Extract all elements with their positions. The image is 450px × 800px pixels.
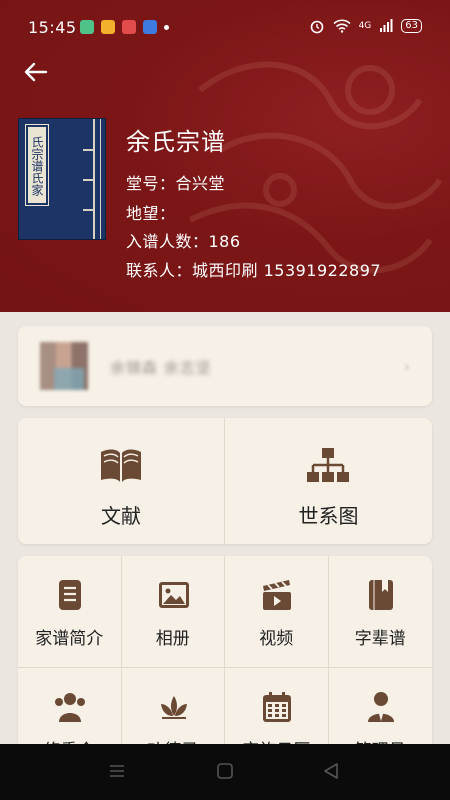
document-list-icon xyxy=(59,580,81,610)
menu-icon[interactable] xyxy=(108,762,126,780)
grid-item-clan-calendar[interactable]: 宗族日历 xyxy=(225,668,329,756)
app-notification-icon xyxy=(122,20,136,34)
calendar-icon xyxy=(263,692,291,722)
genealogy-title: 余氏宗谱 xyxy=(126,128,226,156)
book-binding xyxy=(83,149,95,151)
grid-item-merit-record[interactable]: 功德录 xyxy=(122,668,225,756)
hall-name: 堂号：合兴堂 xyxy=(126,174,226,193)
alarm-icon xyxy=(310,20,323,34)
grid-item-label: 字辈谱 xyxy=(354,629,406,649)
network-type: 4G xyxy=(358,21,372,31)
notification-icons xyxy=(80,20,169,34)
lotus-icon xyxy=(160,696,187,719)
sitemap-icon xyxy=(307,448,349,482)
wifi-icon xyxy=(333,19,351,33)
avatar xyxy=(40,342,88,390)
status-bar: 15:45 4G 63 xyxy=(0,0,450,56)
back-arrow-icon[interactable] xyxy=(22,58,50,86)
book-bookmark-icon xyxy=(368,580,393,610)
chevron-right-icon: › xyxy=(403,357,410,376)
genealogy-header: 15:45 4G 63 氏宗谱氏家 余氏宗谱 堂号：合兴堂 地望： 入谱人数：1… xyxy=(0,0,450,312)
app-notification-icon xyxy=(101,20,115,34)
user-profile-card[interactable]: 余锦森 余志坚 › xyxy=(18,326,432,406)
status-indicators: 4G 63 xyxy=(309,18,422,34)
admin-user-icon xyxy=(367,692,394,722)
grid-item-video[interactable]: 视频 xyxy=(225,556,329,668)
app-notification-icon xyxy=(143,20,157,34)
grid-item-label: 视频 xyxy=(259,629,294,649)
signal-icon xyxy=(380,19,393,32)
feature-grid: 家谱简介 相册 视频 字辈谱 xyxy=(18,556,432,756)
main-feature-grid: 文献 世系图 xyxy=(18,418,432,544)
grid-item-label: 家谱简介 xyxy=(35,629,104,649)
battery-level: 63 xyxy=(401,19,422,33)
genealogy-book-cover: 氏宗谱氏家 xyxy=(18,118,106,240)
member-count: 入谱人数：186 xyxy=(126,232,241,251)
book-open-icon xyxy=(101,449,141,482)
system-navigation-bar xyxy=(0,744,450,800)
status-time: 15:45 xyxy=(28,18,77,37)
book-binding xyxy=(83,209,95,211)
home-icon[interactable] xyxy=(216,762,234,780)
tile-documents[interactable]: 文献 xyxy=(18,418,225,544)
grid-item-committee[interactable]: 修委会 xyxy=(18,668,122,756)
contact-info: 联系人：城西印刷 15391922897 xyxy=(126,261,382,280)
grid-item-label: 相册 xyxy=(155,629,190,649)
grid-item-administrator[interactable]: 管理员 xyxy=(329,668,433,756)
book-spine xyxy=(100,119,101,239)
grid-item-generation-names[interactable]: 字辈谱 xyxy=(328,556,432,668)
grid-item-genealogy-intro[interactable]: 家谱简介 xyxy=(18,556,122,668)
back-icon[interactable] xyxy=(322,762,340,780)
more-notifications-icon xyxy=(164,25,169,30)
book-binding xyxy=(83,179,95,181)
grid-item-album[interactable]: 相册 xyxy=(121,556,225,668)
video-clapper-icon xyxy=(263,580,291,610)
people-group-icon xyxy=(55,693,85,722)
ancestral-location: 地望： xyxy=(126,204,176,223)
app-notification-icon xyxy=(80,20,94,34)
tile-label: 文献 xyxy=(101,504,141,528)
user-name: 余锦森 余志坚 xyxy=(110,359,212,377)
book-cover-label: 氏宗谱氏家 xyxy=(25,124,49,206)
photo-icon xyxy=(158,582,189,608)
tile-label: 世系图 xyxy=(298,504,359,528)
tile-lineage-chart[interactable]: 世系图 xyxy=(225,418,432,544)
